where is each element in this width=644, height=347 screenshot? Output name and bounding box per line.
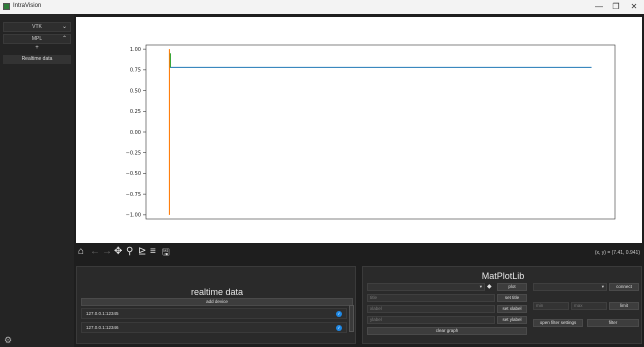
forward-icon[interactable]: → <box>102 246 112 258</box>
sidebar: VTK ⌄ MPL ⌃ + Realtime data <box>0 14 74 347</box>
device-list-scrollbar[interactable] <box>349 305 354 332</box>
pan-icon[interactable]: ✥ <box>114 246 122 258</box>
limit-button[interactable]: limit <box>609 302 639 310</box>
device-address: 127.0.0.1:12345 <box>86 311 119 316</box>
open-filter-settings-button[interactable]: open filter settings <box>533 319 583 327</box>
add-plot-button[interactable]: + <box>0 45 74 51</box>
matplotlib-panel: MatPlotLib ▾ ◆ plot ▾ connect title set … <box>362 266 642 344</box>
sidebar-section-vtk[interactable]: VTK ⌄ <box>3 22 71 32</box>
coordinates-readout: (x, y) = (7.41, 0.941) <box>594 250 640 256</box>
device-checkbox[interactable]: ✓ <box>336 325 342 331</box>
minimize-button[interactable]: — <box>592 2 606 12</box>
clear-graph-button[interactable]: clear graph <box>367 327 527 335</box>
ylabel-input[interactable]: ylabel <box>367 316 495 324</box>
y-tick-label: −0.25 <box>126 151 141 157</box>
connect-button[interactable]: connect <box>609 283 639 291</box>
device-select[interactable]: ▾ <box>533 283 607 291</box>
chevron-up-icon: ⌃ <box>61 36 67 42</box>
device-address: 127.0.0.1:12346 <box>86 325 119 330</box>
sidebar-section-mpl[interactable]: MPL ⌃ <box>3 34 71 44</box>
window-title: IntraVision <box>13 3 42 9</box>
y-tick-label: −1.00 <box>126 213 141 219</box>
plot-source-select[interactable]: ▾ <box>367 283 485 291</box>
set-title-button[interactable]: set title <box>497 294 527 302</box>
close-button[interactable]: ✕ <box>627 2 641 12</box>
line-chart: 1.00 0.75 0.50 0.25 0.00 −0.25 −0.50 −0.75 −1.00 <box>126 44 616 220</box>
min-input[interactable]: min <box>533 302 569 310</box>
y-tick-label: 0.00 <box>130 130 141 136</box>
plot-toolbar: ⌂ ← → ✥ ⚲ ⊵ ≡ 🖫 (x, y) = (7.41, 0.941) <box>76 243 642 263</box>
y-tick-label: −0.50 <box>126 171 141 177</box>
realtime-data-panel: realtime data add device 127.0.0.1:12345… <box>76 266 356 344</box>
zoom-icon[interactable]: ⚲ <box>126 246 133 258</box>
title-input[interactable]: title <box>367 294 495 302</box>
maximize-button[interactable]: ❐ <box>609 2 623 12</box>
max-input[interactable]: max <box>571 302 607 310</box>
y-tick-label: 1.00 <box>130 47 141 53</box>
sidebar-section-label: MPL <box>31 36 43 42</box>
plot-button[interactable]: plot <box>497 283 527 291</box>
y-tick-label: 0.25 <box>130 109 141 115</box>
realtime-data-title: realtime data <box>190 287 244 297</box>
device-row[interactable]: 127.0.0.1:12346 ✓ <box>81 322 347 333</box>
matplotlib-title: MatPlotLib <box>481 271 525 281</box>
plot-canvas[interactable]: 1.00 0.75 0.50 0.25 0.00 −0.25 −0.50 −0.75 −1.00 <box>76 17 642 243</box>
set-ylabel-button[interactable]: set ylabel <box>497 316 527 324</box>
set-xlabel-button[interactable]: set xlabel <box>497 305 527 313</box>
device-row[interactable]: 127.0.0.1:12345 ✓ <box>81 308 347 319</box>
device-checkbox[interactable]: ✓ <box>336 311 342 317</box>
series-group <box>168 49 592 215</box>
y-tick-label: −0.75 <box>126 192 141 198</box>
customize-icon[interactable]: ≡ <box>150 246 156 258</box>
gear-icon[interactable]: ⚙ <box>4 335 12 346</box>
back-icon[interactable]: ← <box>90 246 100 258</box>
home-icon[interactable]: ⌂ <box>78 246 84 258</box>
save-icon[interactable]: 🖫 <box>162 246 170 258</box>
y-tick-label: 0.75 <box>130 68 141 74</box>
y-tick-label: 0.50 <box>130 88 141 94</box>
filter-button[interactable]: filter <box>587 319 639 327</box>
title-bar: IntraVision — ❐ ✕ <box>0 0 644 14</box>
subplots-icon[interactable]: ⊵ <box>138 246 146 258</box>
xlabel-input[interactable]: xlabel <box>367 305 495 313</box>
chevron-down-icon: ▾ <box>479 284 482 289</box>
add-device-button[interactable]: add device <box>81 298 353 306</box>
app-icon <box>3 3 10 10</box>
eraser-icon[interactable]: ◆ <box>487 283 492 290</box>
chevron-down-icon: ⌄ <box>61 24 67 30</box>
sidebar-item-realtime-data[interactable]: Realtime data <box>3 55 71 64</box>
axes-frame <box>145 44 616 220</box>
sidebar-section-label: VTK <box>32 24 42 30</box>
y-axis-ticks: 1.00 0.75 0.50 0.25 0.00 −0.25 −0.50 −0.75 −1.00 <box>126 47 146 219</box>
chevron-down-icon: ▾ <box>601 284 604 289</box>
